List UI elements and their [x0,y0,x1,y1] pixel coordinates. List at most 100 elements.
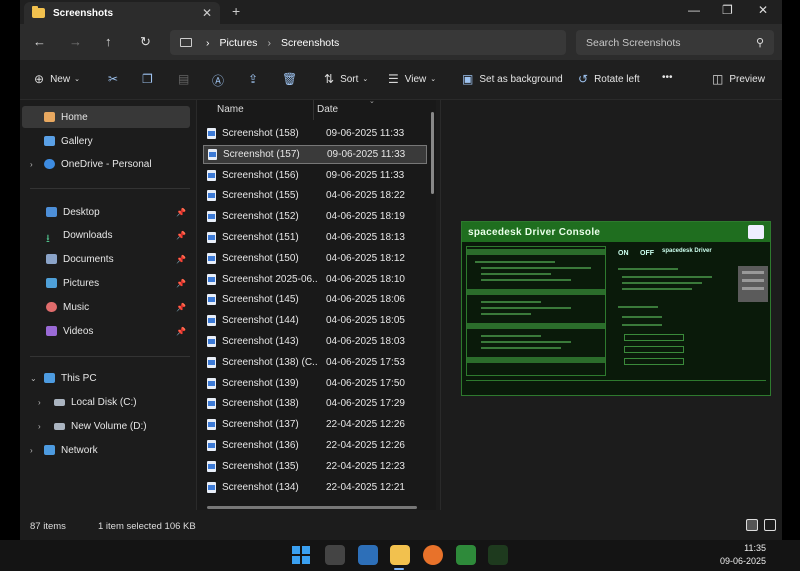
sidebar-item-label: Pictures [63,277,100,289]
copy-icon[interactable]: ❐ [142,72,153,86]
search-input[interactable]: Search Screenshots ⚲ [576,30,774,55]
table-row[interactable]: Screenshot (145) 04-06-2025 18:06 [203,290,427,309]
sidebar-item-pictures[interactable]: Pictures 📌 [22,272,190,294]
paste-icon[interactable]: ▤ [178,72,189,86]
file-explorer-window: Screenshots ✕ + — ❐ ✕ ← → ↑ ↻ › Pictures… [20,0,782,540]
column-divider[interactable] [313,100,314,120]
details-view-icon[interactable] [746,519,758,531]
image-file-icon [207,377,216,389]
table-row[interactable]: Screenshot (155) 04-06-2025 18:22 [203,186,427,205]
set-background-button[interactable]: ▣ Set as background [462,72,563,86]
image-file-icon [207,481,216,493]
table-row[interactable]: Screenshot (138) 04-06-2025 17:29 [203,394,427,413]
pin-icon: 📌 [176,254,186,264]
table-row[interactable]: Screenshot (138) (C... 04-06-2025 17:53 [203,353,427,372]
table-row[interactable]: Screenshot (152) 04-06-2025 18:19 [203,207,427,226]
sort-button[interactable]: ⇅ Sort ⌄ [324,72,368,86]
rotate-left-button[interactable]: ↺ Rotate left [578,72,640,86]
delete-icon[interactable]: 🗑 [282,72,297,86]
table-row[interactable]: Screenshot (156) 09-06-2025 11:33 [203,166,427,185]
sidebar-item-network[interactable]: › Network [22,439,190,461]
tab-screenshots[interactable]: Screenshots ✕ [24,2,220,24]
vertical-scrollbar[interactable] [431,112,434,194]
table-row[interactable]: Screenshot (137) 22-04-2025 12:26 [203,415,427,434]
file-name: Screenshot (139) [222,377,299,389]
view-button[interactable]: ☰ View ⌄ [388,72,436,86]
image-file-icon [207,460,216,472]
sidebar-item-onedrive[interactable]: › OneDrive - Personal [22,153,190,175]
table-row[interactable]: Screenshot (150) 04-06-2025 18:12 [203,249,427,268]
chevron-right-icon[interactable]: › [30,446,33,455]
spacedesk-icon[interactable] [456,545,476,565]
breadcrumb-screenshots[interactable]: Screenshots [281,37,339,49]
videos-icon [46,326,57,336]
rename-icon[interactable]: Ⓐ [212,72,224,89]
table-row[interactable]: Screenshot (157) 09-06-2025 11:33 [203,144,427,164]
chevron-right-icon[interactable]: › [38,398,41,407]
table-row[interactable]: Screenshot (143) 04-06-2025 18:03 [203,332,427,351]
store-icon[interactable] [358,545,378,565]
task-view-icon[interactable] [325,545,345,565]
sidebar-item-home[interactable]: Home [22,106,190,128]
table-row[interactable]: Screenshot (158) 09-06-2025 11:33 [203,124,427,143]
image-file-icon [207,190,216,202]
sidebar-item-gallery[interactable]: Gallery [22,130,190,152]
table-row[interactable]: Screenshot 2025-06... 04-06-2025 18:10 [203,270,427,289]
file-name: Screenshot (134) [222,481,299,493]
chevron-right-icon[interactable]: › [38,422,41,431]
spacedesk-logo-icon [748,225,764,239]
table-row[interactable]: Screenshot (136) 22-04-2025 12:26 [203,436,427,455]
back-arrow-icon[interactable]: ← [33,34,46,49]
breadcrumb-pictures[interactable]: Pictures [220,37,258,49]
folder-icon [32,6,45,18]
chevron-down-icon: ⌄ [430,76,437,83]
image-file-icon [207,273,216,285]
table-row[interactable]: Screenshot (139) 04-06-2025 17:50 [203,374,427,393]
minimize-icon[interactable]: — [688,3,700,17]
refresh-icon[interactable]: ↻ [140,34,151,50]
preview-button[interactable]: ◫ Preview [712,72,765,86]
cut-icon[interactable]: ✂ [108,72,118,86]
sidebar-item-label: OneDrive - Personal [61,158,152,170]
table-row[interactable]: Screenshot (151) 04-06-2025 18:13 [203,228,427,247]
file-explorer-icon[interactable] [390,545,410,565]
file-date: 09-06-2025 11:33 [326,128,405,139]
system-clock[interactable]: 11:35 09-06-2025 [720,542,766,568]
column-header-date[interactable]: Date [317,104,338,115]
sidebar-item-local-disk[interactable]: › Local Disk (C:) [22,391,190,413]
tiles-view-icon[interactable] [764,519,776,531]
sidebar-item-documents[interactable]: Documents 📌 [22,248,190,270]
chevron-down-icon: ⌄ [74,76,80,83]
up-arrow-icon[interactable]: ↑ [105,34,112,49]
tab-close-icon[interactable]: ✕ [202,6,212,20]
spacedesk-console-icon[interactable] [488,545,508,565]
close-window-icon[interactable]: ✕ [758,3,768,17]
chevron-down-icon[interactable]: ⌄ [30,374,37,383]
file-date: 04-06-2025 18:12 [326,252,405,264]
windows-start-icon[interactable] [291,545,311,565]
share-icon[interactable]: ⇪ [248,72,258,86]
file-date: 09-06-2025 11:33 [327,148,406,160]
table-row[interactable]: Screenshot (135) 22-04-2025 12:23 [203,457,427,476]
sidebar-item-desktop[interactable]: Desktop 📌 [22,201,190,223]
sidebar-item-downloads[interactable]: ⭳ Downloads 📌 [22,224,190,246]
new-tab-button[interactable]: + [232,3,240,19]
sidebar-item-music[interactable]: Music 📌 [22,296,190,318]
new-button[interactable]: ⊕ New ⌄ [34,72,80,86]
chevron-right-icon[interactable]: › [30,160,33,169]
sidebar-item-this-pc[interactable]: ⌄ This PC [22,367,190,389]
table-row[interactable]: Screenshot (144) 04-06-2025 18:05 [203,311,427,330]
sidebar-item-new-volume[interactable]: › New Volume (D:) [22,415,190,437]
table-row[interactable]: Screenshot (134) 22-04-2025 12:21 [203,478,427,497]
computer-icon [44,373,55,383]
preview-line [618,268,678,270]
horizontal-scrollbar[interactable] [207,506,417,509]
more-options-icon[interactable]: ••• [662,72,673,83]
maximize-icon[interactable]: ❐ [722,3,733,17]
forward-arrow-icon[interactable]: → [69,34,82,49]
firefox-icon[interactable] [423,545,443,565]
column-header-name[interactable]: Name [217,104,244,115]
set-background-label: Set as background [479,73,563,85]
sidebar-item-videos[interactable]: Videos 📌 [22,320,190,342]
address-bar[interactable]: › Pictures › Screenshots [170,30,566,55]
